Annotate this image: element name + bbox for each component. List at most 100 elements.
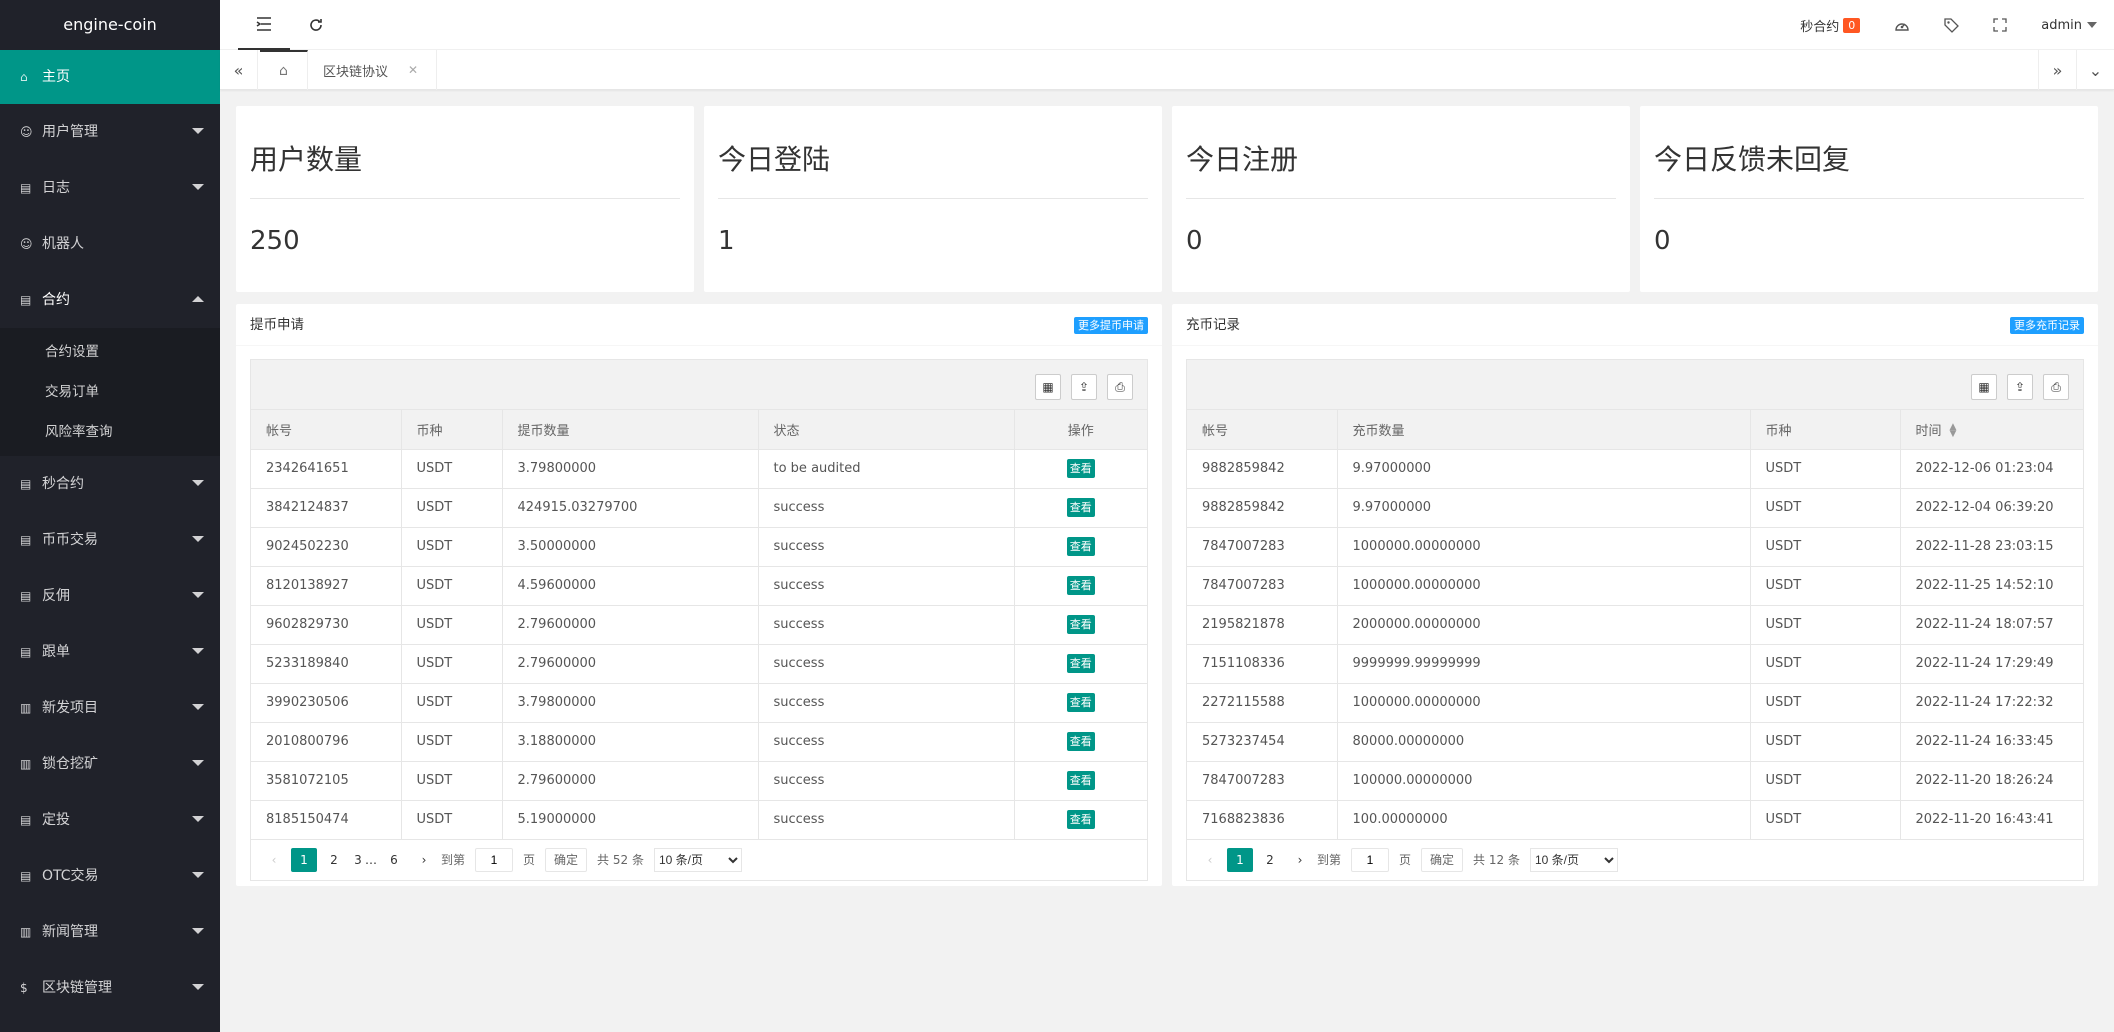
table-cell: success [758, 761, 1015, 801]
sidebar-item-home[interactable]: ⌂ 主页 [0, 50, 220, 104]
page-size-select[interactable]: 10 条/页 [1529, 847, 1618, 872]
print-button[interactable]: ⎙ [2043, 374, 2069, 400]
sidebar-item-logs[interactable]: ▤ 日志 [0, 160, 220, 216]
column-header-time[interactable]: 时间 ▲ ▼ [1900, 410, 2083, 450]
table-cell: success [758, 800, 1015, 840]
column-header[interactable]: 操作 [1014, 410, 1147, 450]
theme-button[interactable] [1877, 0, 1927, 50]
sidebar-subitem-contract-settings[interactable]: 合约设置 [0, 332, 220, 372]
stat-card-register-today: 今日注册 0 [1172, 106, 1630, 292]
prev-page-button[interactable]: ‹ [1197, 848, 1223, 872]
sidebar-item-rebate[interactable]: ▤ 反佣 [0, 568, 220, 624]
tabs-menu-button[interactable]: ⌄ [2076, 50, 2114, 90]
print-button[interactable]: ⎙ [1107, 374, 1133, 400]
columns-filter-button[interactable]: ▦ [1971, 374, 1997, 400]
view-button[interactable]: 查看 [1066, 771, 1095, 790]
column-header[interactable]: 帐号 [251, 410, 402, 450]
sidebar-item-coin-trade[interactable]: ▤ 币币交易 [0, 512, 220, 568]
table-row: 9882859842 9.97000000 USDT 2022-12-04 06:39… [1187, 488, 2083, 528]
export-button[interactable]: ⇪ [1071, 374, 1097, 400]
view-button[interactable]: 查看 [1066, 693, 1095, 712]
sidebar-item-otc[interactable]: ▤ OTC交易 [0, 848, 220, 904]
second-contract-notice[interactable]: 秒合约 0 [1783, 0, 1877, 50]
sidebar-item-lock-mining[interactable]: ▥ 锁仓挖矿 [0, 736, 220, 792]
confirm-page-button[interactable]: 确定 [545, 847, 588, 872]
table-cell: USDT [1750, 566, 1901, 606]
sidebar-item-new-projects[interactable]: ▥ 新发项目 [0, 680, 220, 736]
page-input[interactable] [475, 847, 514, 872]
page-button[interactable]: 3 [351, 848, 365, 872]
sidebar-item-second-contract[interactable]: ▤ 秒合约 [0, 456, 220, 512]
chevron-up-icon [192, 296, 204, 302]
column-header[interactable]: 币种 [1750, 410, 1901, 450]
sidebar-item-copy-trade[interactable]: ▤ 跟单 [0, 624, 220, 680]
double-chevron-left-icon: « [233, 60, 244, 80]
chevron-down-icon [192, 648, 204, 654]
chart-icon: ▥ [20, 925, 32, 939]
tab-blockchain-protocol[interactable]: 区块链协议 ✕ [308, 50, 438, 90]
column-header[interactable]: 充币数量 [1337, 410, 1751, 450]
sidebar-subitem-trade-orders[interactable]: 交易订单 [0, 372, 220, 412]
close-icon[interactable]: ✕ [408, 63, 418, 77]
column-header[interactable]: 提币数量 [502, 410, 759, 450]
sidebar-item-robot[interactable]: ☺ 机器人 [0, 216, 220, 272]
refresh-button[interactable] [290, 0, 342, 50]
tag-icon [1944, 17, 1960, 33]
column-header[interactable]: 币种 [401, 410, 503, 450]
column-header[interactable]: 状态 [758, 410, 1015, 450]
page-button[interactable]: 2 [321, 848, 347, 872]
tab-home[interactable]: ⌂ [260, 50, 308, 90]
view-button[interactable]: 查看 [1066, 810, 1095, 829]
view-button[interactable]: 查看 [1066, 732, 1095, 751]
table-cell: 100000.00000000 [1337, 761, 1751, 801]
view-button[interactable]: 查看 [1066, 537, 1095, 556]
next-page-button[interactable]: › [1287, 848, 1313, 872]
view-button[interactable]: 查看 [1066, 654, 1095, 673]
view-button[interactable]: 查看 [1066, 615, 1095, 634]
table-cell: USDT [401, 644, 503, 684]
sidebar-item-news[interactable]: ▥ 新闻管理 [0, 904, 220, 960]
more-recharge-button[interactable]: 更多充币记录 [2010, 317, 2084, 334]
page-button[interactable]: 1 [1227, 847, 1253, 872]
menu-collapse-button[interactable] [238, 0, 290, 50]
sidebar-item-label: 币币交易 [42, 532, 98, 548]
table-cell: 3.79800000 [502, 683, 759, 723]
table-cell: USDT [401, 449, 503, 489]
sort-icon[interactable]: ▲ ▼ [1950, 423, 1957, 439]
page-input[interactable] [1351, 847, 1390, 872]
columns-filter-button[interactable]: ▦ [1035, 374, 1061, 400]
stat-title: 今日登陆 [718, 143, 831, 176]
sidebar-item-contract[interactable]: ▤ 合约 [0, 272, 220, 328]
sidebar-item-users[interactable]: ☺ 用户管理 [0, 104, 220, 160]
table-cell: success [758, 644, 1015, 684]
user-menu[interactable]: admin [2024, 0, 2114, 50]
tabs-scroll-left-button[interactable]: « [220, 50, 258, 90]
more-withdraw-button[interactable]: 更多提币申请 [1074, 317, 1148, 334]
page-button[interactable]: 2 [1257, 848, 1283, 872]
fullscreen-button[interactable] [1976, 0, 2024, 50]
export-button[interactable]: ⇪ [2007, 374, 2033, 400]
app-logo[interactable]: engine-coin [0, 0, 220, 50]
sidebar-item-blockchain[interactable]: $ 区块链管理 [0, 960, 220, 1016]
page-button[interactable]: 6 [381, 848, 407, 872]
sidebar-subitem-risk-query[interactable]: 风险率查询 [0, 412, 220, 452]
sidebar-item-fixed-invest[interactable]: ▤ 定投 [0, 792, 220, 848]
table-cell: 3.79800000 [502, 449, 759, 489]
next-page-button[interactable]: › [411, 848, 437, 872]
tabs-scroll-right-button[interactable]: » [2038, 50, 2076, 90]
note-button[interactable] [1927, 0, 1976, 50]
chevron-down-icon [192, 872, 204, 878]
table-row: 2010800796 USDT 3.18800000 success 查看 [251, 722, 1147, 762]
column-header[interactable]: 帐号 [1187, 410, 1338, 450]
page-button[interactable]: 1 [291, 847, 317, 872]
view-button[interactable]: 查看 [1066, 459, 1095, 478]
file-icon: ▤ [20, 293, 32, 307]
view-button[interactable]: 查看 [1066, 576, 1095, 595]
table-cell: success [758, 722, 1015, 762]
confirm-page-button[interactable]: 确定 [1421, 847, 1464, 872]
stat-title: 用户数量 [250, 143, 363, 176]
view-button[interactable]: 查看 [1066, 498, 1095, 517]
prev-page-button[interactable]: ‹ [261, 848, 287, 872]
table-row: 9024502230 USDT 3.50000000 success 查看 [251, 527, 1147, 567]
page-size-select[interactable]: 10 条/页 [653, 847, 742, 872]
